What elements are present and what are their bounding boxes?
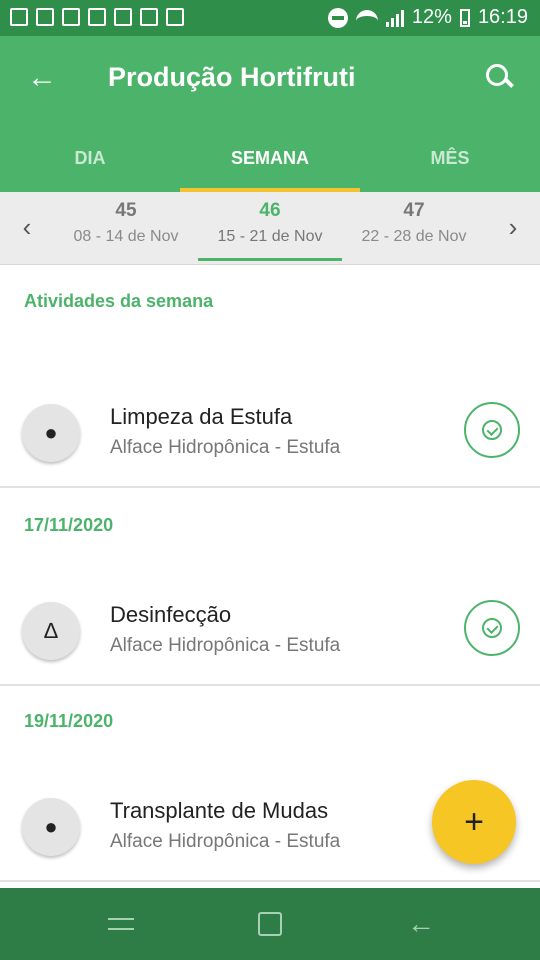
activity-title: Limpeza da Estufa (110, 404, 293, 429)
date-header: 19/11/2020 (24, 711, 114, 731)
back-arrow-icon: ← (407, 908, 435, 939)
page-title: Produção Hortifruti (108, 62, 356, 92)
battery-icon (459, 8, 470, 27)
battery-percent: 12% (411, 6, 452, 28)
plus-icon: + (464, 802, 484, 841)
activity-title: Transplante de Mudas (110, 798, 329, 823)
image-icon (140, 8, 158, 26)
activity-subtitle: Alface Hidropônica - Estufa (110, 437, 341, 458)
activity-subtitle: Alface Hidropônica - Estufa (110, 635, 341, 656)
recent-apps-button[interactable] (104, 910, 138, 938)
week-item-47[interactable]: 47 22 - 28 de Nov (342, 200, 486, 246)
system-nav-bar: ← (0, 888, 540, 960)
week-number: 46 (259, 200, 281, 221)
laptop-icon (166, 8, 184, 26)
week-range: 15 - 21 de Nov (217, 228, 323, 245)
week-selector: ‹ 45 08 - 14 de Nov 46 15 - 21 de Nov 47… (0, 192, 540, 265)
tab-dia[interactable]: DIA (0, 136, 180, 192)
activity-title: Desinfecção (110, 602, 232, 627)
search-button[interactable] (482, 60, 518, 96)
system-back-button[interactable]: ← (404, 910, 438, 938)
notification-icons (10, 8, 184, 26)
spray-activity-icon: ∆ (22, 602, 80, 660)
date-header: 17/11/2020 (24, 515, 114, 535)
tab-bar: DIA SEMANA MÊS (0, 136, 540, 192)
status-bar: 12% 16:19 (0, 0, 540, 36)
week-number: 47 (403, 200, 425, 221)
next-week-button[interactable]: › (498, 212, 528, 242)
do-not-disturb-icon (327, 7, 348, 28)
check-circle-icon (482, 420, 502, 440)
complete-button[interactable] (464, 600, 520, 656)
chevron-right-icon: › (508, 212, 518, 242)
seedling-activity-icon: ● (22, 798, 80, 856)
wifi-icon (355, 9, 378, 26)
tab-semana[interactable]: SEMANA (180, 136, 360, 192)
list-item[interactable]: ∆ Desinfecção Alface Hidropônica - Estuf… (0, 566, 540, 686)
week-number: 45 (115, 200, 137, 221)
week-item-46[interactable]: 46 15 - 21 de Nov (198, 200, 342, 261)
section-title: Atividades da semana (24, 291, 214, 311)
signal-icon (385, 9, 404, 27)
complete-button[interactable] (464, 402, 520, 458)
week-item-45[interactable]: 45 08 - 14 de Nov (54, 200, 198, 246)
alert-icon (10, 8, 28, 26)
activity-subtitle: Alface Hidropônica - Estufa (110, 831, 341, 852)
week-range: 22 - 28 de Nov (361, 228, 467, 245)
app-notification-icon (114, 8, 132, 26)
lock-icon (88, 8, 106, 26)
tab-mes[interactable]: MÊS (360, 136, 540, 192)
check-circle-icon (482, 618, 502, 638)
arrow-left-icon: ← (27, 61, 57, 94)
list-item[interactable]: ● Limpeza da Estufa Alface Hidropônica -… (0, 368, 540, 488)
voicemail-icon (62, 8, 80, 26)
cleaning-activity-icon: ● (22, 404, 80, 462)
chevron-left-icon: ‹ (22, 212, 32, 242)
app-bar: ← Produção Hortifruti DIA SEMANA MÊS (0, 36, 540, 192)
back-button[interactable]: ← (22, 58, 62, 98)
mail-icon (36, 8, 54, 26)
previous-week-button[interactable]: ‹ (12, 212, 42, 242)
add-activity-button[interactable]: + (432, 780, 516, 864)
clock: 16:19 (477, 6, 528, 28)
home-button[interactable] (254, 910, 288, 938)
week-range: 08 - 14 de Nov (73, 228, 179, 245)
